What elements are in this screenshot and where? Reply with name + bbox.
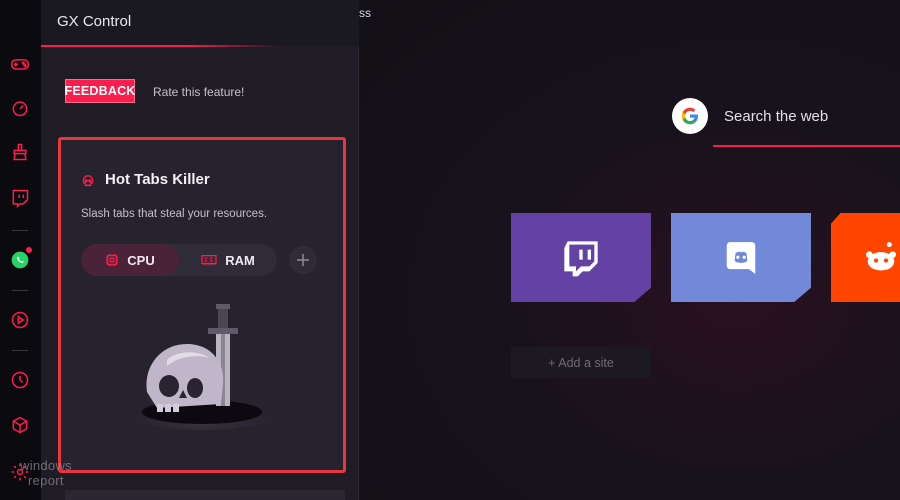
notification-dot	[26, 247, 32, 253]
header-accent-line	[41, 45, 281, 47]
skull-sword-illustration	[117, 304, 287, 430]
cpu-icon	[106, 253, 119, 267]
cpu-ram-toggle: CPU RAM	[81, 244, 277, 276]
player-icon[interactable]	[8, 308, 32, 332]
gx-control-panel: GX Control FEEDBACK Rate this feature! H…	[41, 0, 359, 500]
speedometer-icon[interactable]	[8, 96, 32, 120]
rate-feature-link[interactable]: Rate this feature!	[153, 85, 244, 99]
twitch-icon	[564, 240, 598, 276]
reddit-icon	[866, 241, 896, 270]
watermark: windows report	[12, 458, 92, 492]
feedback-button[interactable]: FEEDBACK	[64, 79, 135, 103]
search-underline	[713, 145, 900, 147]
cpu-toggle-option[interactable]: CPU	[81, 244, 179, 276]
watermark-line2: report	[28, 473, 64, 488]
card-title: Hot Tabs Killer	[105, 171, 210, 188]
card-body: Hot Tabs Killer Slash tabs that steal yo…	[61, 140, 343, 470]
plus-icon	[297, 254, 309, 266]
ram-toggle-option[interactable]: RAM	[179, 244, 277, 276]
whatsapp-icon[interactable]	[8, 247, 32, 272]
hot-tabs-killer-card: Hot Tabs Killer Slash tabs that steal yo…	[58, 137, 346, 473]
sidebar-rail	[0, 0, 41, 500]
panel-bottom-strip	[65, 490, 345, 500]
watermark-line1: windows	[20, 458, 72, 473]
rail-divider	[12, 290, 28, 291]
tab-title-fragment: ss	[359, 6, 371, 20]
search-input[interactable]: Search the web	[724, 108, 828, 125]
gamepad-icon[interactable]	[8, 52, 32, 76]
add-site-button[interactable]: + Add a site	[511, 347, 651, 378]
ram-label: RAM	[225, 252, 255, 268]
ram-icon	[201, 255, 217, 266]
rail-divider	[12, 350, 28, 351]
add-button[interactable]	[289, 246, 317, 274]
rail-divider	[12, 230, 28, 231]
google-icon[interactable]	[672, 98, 708, 134]
clock-icon[interactable]	[8, 368, 32, 392]
discord-icon	[726, 241, 756, 274]
discord-tile[interactable]	[671, 213, 811, 302]
reddit-tile[interactable]	[831, 213, 900, 302]
skull-icon	[82, 175, 94, 187]
panel-title: GX Control	[57, 13, 132, 30]
twitch-tile[interactable]	[511, 213, 651, 302]
broom-icon[interactable]	[8, 140, 32, 164]
cpu-label: CPU	[127, 252, 155, 268]
panel-header: GX Control	[41, 0, 359, 47]
twitch-icon[interactable]	[8, 186, 32, 210]
speed-dial: ss Search the web + Add a site	[359, 0, 900, 500]
card-description: Slash tabs that steal your resources.	[81, 208, 268, 220]
box-icon[interactable]	[8, 413, 32, 437]
